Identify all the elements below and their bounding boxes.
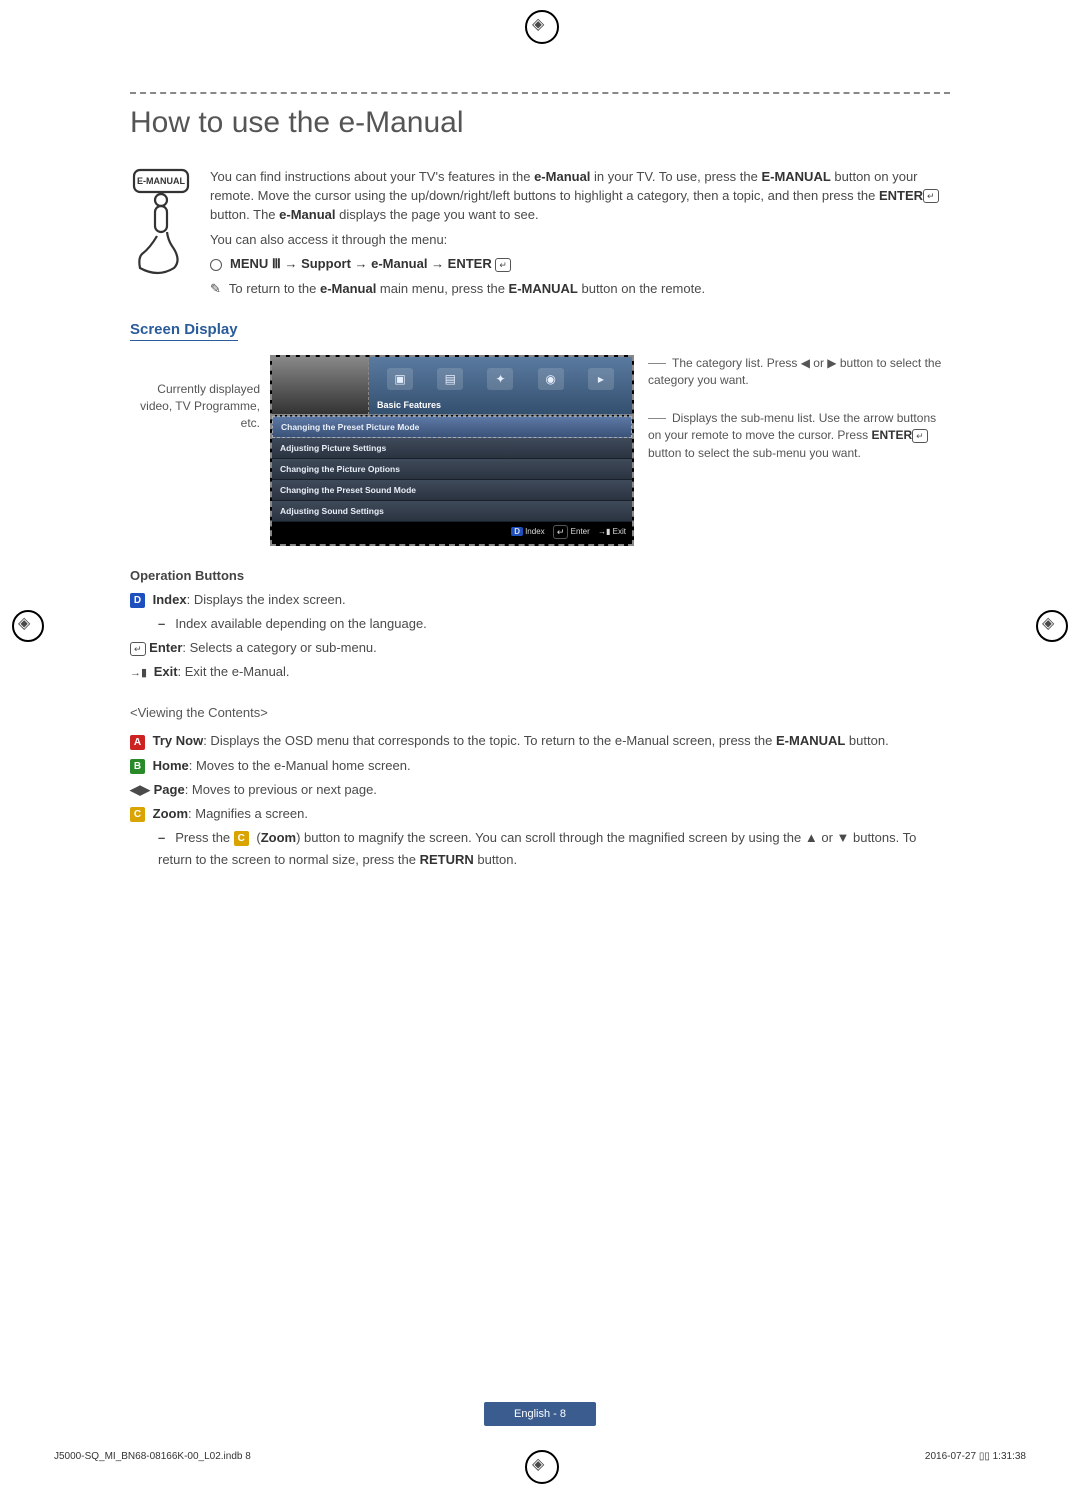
intro-paragraph-1: You can find instructions about your TV'… [210,168,950,225]
op-home: B Home: Moves to the e-Manual home scree… [130,755,950,777]
op-index: D Index: Displays the index screen. [130,589,950,611]
mockup-menu-item: Changing the Preset Picture Mode [272,416,632,438]
exit-icon: →▮ [130,664,147,683]
category-icon: ▣ [387,368,413,390]
mockup-footer: DIndex ↵ Enter →▮ Exit [272,522,632,544]
enter-icon: ↵ [495,258,511,272]
diagram-left-caption: Currently displayed video, TV Programme,… [130,355,270,431]
op-enter: ↵ Enter: Selects a category or sub-menu. [130,637,950,659]
b-button-icon: B [130,759,145,774]
op-zoom: C Zoom: Magnifies a screen. [130,803,950,825]
mockup-menu-item: Adjusting Picture Settings [272,438,632,459]
registration-mark-top [525,10,559,44]
category-icon: ▸ [588,368,614,390]
intro-text: You can find instructions about your TV'… [210,168,950,299]
enter-icon: ↵ [923,189,939,203]
mockup-menu-item: Changing the Picture Options [272,459,632,480]
note-icon: ✎ [210,281,221,296]
registration-mark-bottom [525,1450,559,1484]
return-note: ✎To return to the e-Manual main menu, pr… [210,280,950,299]
page-content: How to use the e-Manual E-MANUAL You can… [130,92,950,873]
remote-icon: E-MANUAL [130,168,192,278]
viewing-contents-list: A Try Now: Displays the OSD menu that co… [130,730,950,871]
mockup-video-thumb [272,357,369,415]
viewing-contents-heading: <Viewing the Contents> [130,705,950,720]
mockup-tab-label: Basic Features [369,397,632,414]
emanual-mockup: ▣ ▤ ✦ ◉ ▸ Basic Features Changing the Pr… [270,355,634,546]
a-button-icon: A [130,735,145,750]
enter-icon: ↵ [912,429,928,443]
category-list-note: The category list. Press ◀ or ▶ button t… [648,355,950,390]
intro-paragraph-2: You can also access it through the menu: [210,231,950,250]
left-right-icon: ◀▶ [130,782,150,797]
screen-display-diagram: Currently displayed video, TV Programme,… [130,355,950,546]
mockup-category-bar: ▣ ▤ ✦ ◉ ▸ Basic Features [369,357,632,415]
page-number-badge: English - 8 [484,1402,596,1426]
c-button-icon: C [130,807,145,822]
operation-buttons-list: D Index: Displays the index screen. –Ind… [130,589,950,683]
top-rule [130,92,950,94]
bullet-icon [210,259,222,271]
category-icon: ✦ [487,368,513,390]
page-title: How to use the e-Manual [130,106,950,140]
registration-mark-right [1036,610,1068,642]
enter-icon: ↵ [130,642,146,656]
submenu-list-note: Displays the sub-menu list. Use the arro… [648,410,950,462]
registration-mark-left [12,610,44,642]
intro-block: E-MANUAL You can find instructions about… [130,168,950,299]
print-job-id: J5000-SQ_MI_BN68-08166K-00_L02.indb 8 [54,1451,251,1462]
d-button-icon: D [130,593,145,608]
op-exit: →▮ Exit: Exit the e-Manual. [130,661,950,683]
menu-path: MENU Ⅲ → Support → e-Manual → ENTER ↵ [210,255,950,274]
operation-buttons-heading: Operation Buttons [130,568,950,583]
remote-illustration: E-MANUAL [130,168,192,299]
op-page: ◀▶ Page: Moves to previous or next page. [130,779,950,801]
op-index-sub: –Index available depending on the langua… [158,613,950,635]
category-icon: ◉ [538,368,564,390]
print-timestamp: 2016-07-27 ▯▯ 1:31:38 [925,1451,1026,1462]
mockup-menu-item: Changing the Preset Sound Mode [272,480,632,501]
remote-button-label: E-MANUAL [137,176,185,186]
op-zoom-sub: –Press the C (Zoom) button to magnify th… [158,827,950,871]
op-try-now: A Try Now: Displays the OSD menu that co… [130,730,950,752]
diagram-right-notes: The category list. Press ◀ or ▶ button t… [634,355,950,482]
mockup-submenu-list: Changing the Preset Picture Mode Adjusti… [272,415,632,522]
category-icon: ▤ [437,368,463,390]
c-button-icon: C [234,831,249,846]
section-screen-display: Screen Display [130,321,238,341]
mockup-menu-item: Adjusting Sound Settings [272,501,632,522]
enter-icon: ↵ [553,525,569,539]
